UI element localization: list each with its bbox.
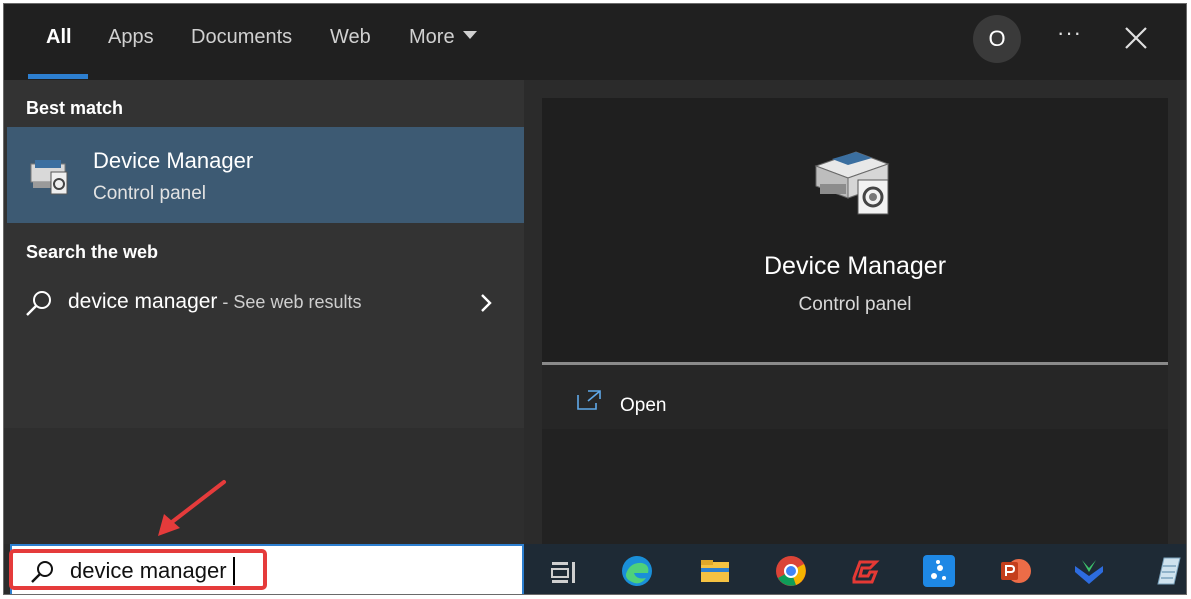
blue-dots-app-icon[interactable] [922, 554, 956, 588]
tab-web[interactable]: Web [330, 26, 371, 49]
search-web-heading: Search the web [26, 242, 159, 262]
web-query: device manager [68, 290, 218, 313]
best-match-subtitle: Control panel [93, 183, 207, 204]
web-result-text: device manager - See web results [68, 290, 361, 314]
more-options-button[interactable]: ··· [1057, 20, 1082, 46]
empty-results-area [4, 428, 524, 544]
tab-documents[interactable]: Documents [191, 26, 292, 49]
taskbar [524, 544, 1186, 594]
web-result-row[interactable]: device manager - See web results [4, 276, 524, 332]
powerpoint-icon[interactable] [998, 554, 1032, 588]
tab-all[interactable]: All [46, 26, 72, 49]
file-explorer-icon[interactable] [698, 554, 732, 588]
annotation-arrow-icon [158, 480, 226, 536]
tab-more-label: More [409, 26, 455, 48]
open-action[interactable]: Open [542, 365, 1168, 429]
search-filter-bar: All Apps Documents Web More O ··· [4, 4, 1186, 80]
web-suffix: - See web results [217, 292, 362, 312]
results-panel: Best match Device Manager Control panel … [4, 80, 524, 544]
annotation-highlight-box [9, 549, 267, 590]
preview-title: Device Manager [763, 252, 947, 280]
preview-panel: Device Manager Control panel Open [524, 80, 1186, 544]
active-tab-indicator [28, 74, 88, 79]
tab-more[interactable]: More [409, 26, 477, 49]
preview-empty-area [542, 429, 1168, 544]
open-label: Open [620, 395, 667, 416]
device-manager-icon [30, 160, 68, 195]
preview-header: Device Manager Control panel [542, 98, 1168, 364]
chevron-right-icon[interactable] [478, 292, 494, 314]
caret-down-icon [462, 31, 477, 39]
chrome-icon[interactable] [774, 554, 808, 588]
best-match-result[interactable]: Device Manager Control panel [7, 127, 524, 223]
red-app-icon[interactable] [848, 554, 882, 588]
search-icon [26, 291, 51, 316]
edge-icon[interactable] [620, 554, 654, 588]
preview-subtitle: Control panel [798, 294, 912, 315]
task-view-icon[interactable] [548, 554, 582, 588]
preview-card: Device Manager Control panel Open [542, 98, 1168, 544]
device-manager-large-icon [814, 151, 890, 215]
close-icon[interactable] [1124, 26, 1148, 50]
best-match-heading: Best match [26, 98, 124, 118]
best-match-title: Device Manager [93, 148, 254, 173]
open-external-icon [577, 390, 601, 410]
tab-apps[interactable]: Apps [108, 26, 154, 49]
account-avatar[interactable]: O [973, 15, 1021, 63]
notepad-icon[interactable] [1150, 554, 1184, 588]
green-blue-app-icon[interactable] [1072, 554, 1106, 588]
